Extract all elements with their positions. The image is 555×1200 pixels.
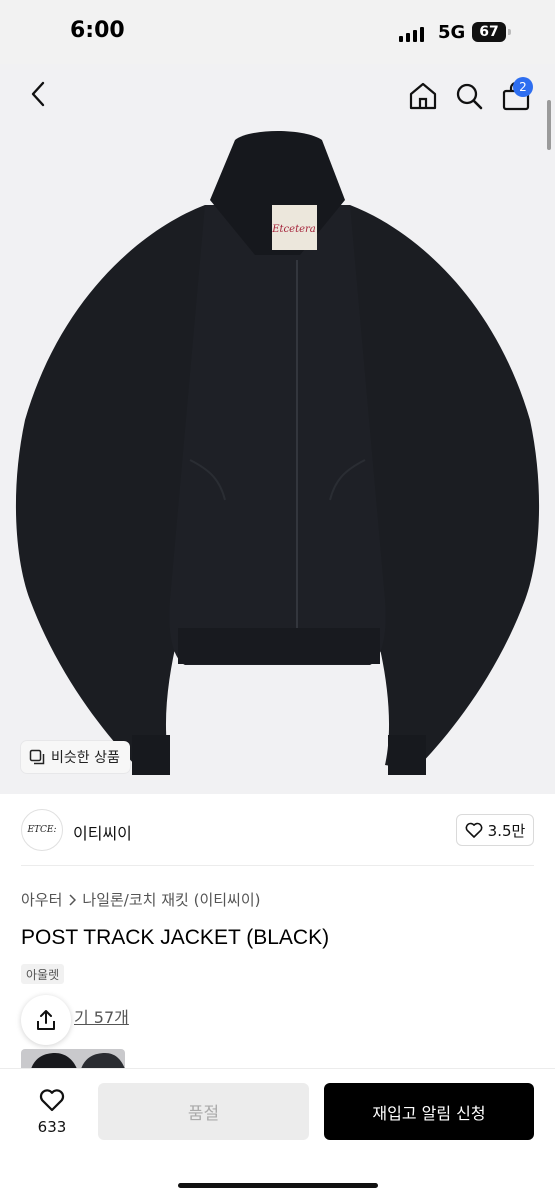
chevron-left-icon — [31, 81, 45, 107]
similar-icon — [29, 749, 45, 765]
wishlist-button[interactable]: 633 — [22, 1084, 82, 1140]
cart-count-badge: 2 — [513, 77, 533, 97]
battery-tip — [508, 29, 511, 35]
status-bar: 6:00 5G 67 — [0, 0, 555, 64]
chevron-right-icon — [69, 893, 77, 906]
brand-like-count: 3.5만 — [487, 821, 526, 840]
heart-icon — [39, 1089, 65, 1112]
svg-text:Etcetera: Etcetera — [271, 224, 316, 235]
back-button[interactable] — [20, 76, 56, 112]
heart-icon — [465, 822, 483, 838]
jacket-photo: Etcetera — [15, 131, 540, 775]
home-indicator — [178, 1183, 378, 1188]
thumbnail-images — [31, 1053, 125, 1069]
scroll-indicator — [547, 100, 551, 150]
network-label: 5G — [438, 22, 466, 43]
outlet-badge: 아울렛 — [21, 964, 65, 984]
restock-alert-button[interactable]: 재입고 알림 신청 — [324, 1083, 534, 1140]
battery-icon: 67 — [472, 22, 506, 42]
breadcrumb: 아우터 나일론/코치 재킷 (이티씨이) — [21, 889, 261, 910]
similar-products-button[interactable]: 비슷한 상품 — [21, 741, 130, 773]
share-icon — [37, 1010, 55, 1030]
brand-name[interactable]: 이티씨이 — [73, 820, 132, 844]
status-time: 6:00 — [70, 18, 125, 43]
breadcrumb-root[interactable]: 아우터 — [21, 889, 62, 910]
similar-products-label: 비슷한 상품 — [51, 750, 120, 766]
review-link[interactable]: 기 57개 — [74, 1004, 129, 1028]
home-icon — [409, 82, 437, 110]
thumbnail-strip[interactable] — [21, 1049, 125, 1069]
brand-logo[interactable]: ETCE: — [21, 809, 63, 851]
wishlist-count: 633 — [37, 1118, 67, 1136]
breadcrumb-category[interactable]: 나일론/코치 재킷 (이티씨이) — [82, 889, 260, 910]
signal-icon — [399, 26, 424, 42]
brand-like-button[interactable]: 3.5만 — [456, 814, 534, 846]
product-title: POST TRACK JACKET (BLACK) — [21, 926, 330, 949]
share-button[interactable] — [21, 995, 71, 1045]
product-image[interactable]: Etcetera — [0, 64, 555, 794]
soldout-button[interactable]: 품절 — [98, 1083, 309, 1140]
search-button[interactable] — [451, 78, 487, 114]
home-button[interactable] — [405, 78, 441, 114]
search-icon — [456, 83, 483, 110]
divider — [21, 865, 534, 866]
